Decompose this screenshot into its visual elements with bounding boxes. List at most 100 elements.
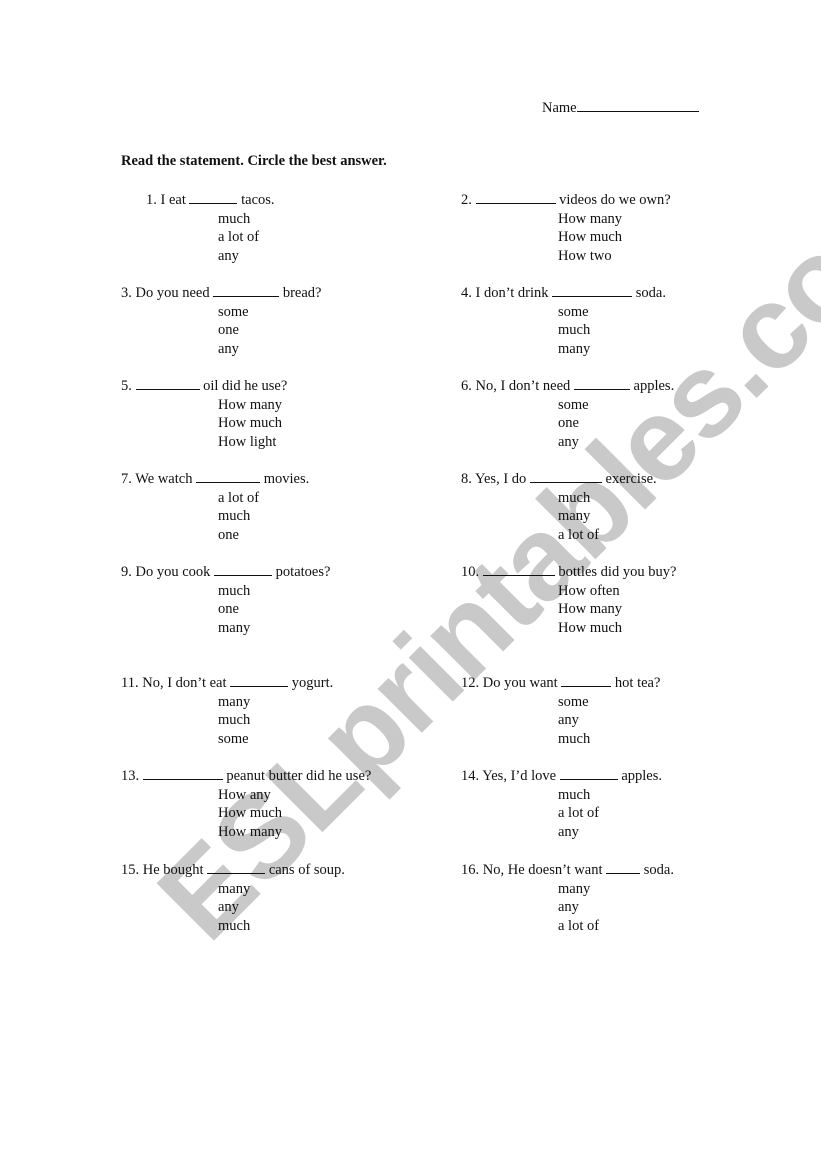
answer-option[interactable]: How two — [558, 247, 671, 266]
stem-before: Do you want — [482, 675, 558, 691]
answer-option[interactable]: some — [558, 693, 660, 712]
answer-blank[interactable] — [213, 284, 280, 297]
answer-option[interactable]: much — [558, 730, 660, 749]
question-stem: 9. Do you cook potatoes? — [121, 563, 330, 582]
answer-option[interactable]: much — [218, 917, 345, 936]
question-stem: 13. peanut butter did he use? — [121, 767, 371, 786]
answer-option[interactable]: many — [558, 880, 674, 899]
answer-option[interactable]: How much — [218, 414, 287, 433]
answer-option[interactable]: much — [558, 786, 662, 805]
question-9: 9. Do you cook potatoes? much one many — [121, 563, 330, 637]
stem-after: yogurt. — [291, 675, 334, 691]
answer-option[interactable]: How light — [218, 433, 287, 452]
answer-options: many any a lot of — [558, 880, 674, 936]
question-stem: 8. Yes, I do exercise. — [461, 470, 657, 489]
answer-option[interactable]: How many — [218, 823, 371, 842]
answer-options: some much many — [558, 303, 666, 359]
stem-after: apples. — [621, 768, 662, 784]
answer-option[interactable]: How many — [558, 210, 671, 229]
question-stem: 10. bottles did you buy? — [461, 563, 676, 582]
answer-blank[interactable] — [207, 861, 266, 874]
question-12: 12. Do you want hot tea? some any much — [461, 674, 660, 748]
answer-option[interactable]: How many — [218, 396, 287, 415]
answer-option[interactable]: much — [558, 489, 657, 508]
answer-blank[interactable] — [475, 191, 556, 204]
stem-before: We watch — [135, 471, 193, 487]
question-stem: 2. videos do we own? — [461, 191, 671, 210]
answer-blank[interactable] — [142, 767, 223, 780]
answer-blank[interactable] — [196, 470, 261, 483]
answer-option[interactable]: some — [218, 303, 321, 322]
answer-options: much a lot of any — [218, 210, 275, 266]
question-1: 1. I eat tacos. much a lot of any — [146, 191, 275, 265]
question-number: 1. — [146, 192, 157, 208]
stem-after: apples. — [633, 378, 675, 394]
answer-option[interactable]: much — [558, 321, 666, 340]
answer-options: some one any — [218, 303, 321, 359]
answer-option[interactable]: any — [558, 433, 674, 452]
stem-after: potatoes? — [275, 564, 331, 580]
question-6: 6. No, I don’t need apples. some one any — [461, 377, 674, 451]
answer-option[interactable]: How any — [218, 786, 371, 805]
answer-option[interactable]: a lot of — [558, 917, 674, 936]
answer-option[interactable]: some — [218, 730, 333, 749]
stem-before: I don’t drink — [475, 285, 549, 301]
answer-option[interactable]: How much — [558, 619, 676, 638]
answer-option[interactable]: any — [558, 823, 662, 842]
answer-option[interactable]: many — [558, 507, 657, 526]
answer-option[interactable]: a lot of — [558, 526, 657, 545]
answer-option[interactable]: one — [218, 321, 321, 340]
answer-option[interactable]: a lot of — [558, 804, 662, 823]
question-number: 6. — [461, 378, 472, 394]
answer-option[interactable]: many — [218, 619, 330, 638]
answer-option[interactable]: much — [218, 711, 333, 730]
answer-blank[interactable] — [214, 563, 273, 576]
answer-options: How many How much How two — [558, 210, 671, 266]
answer-option[interactable]: a lot of — [218, 489, 309, 508]
answer-option[interactable]: a lot of — [218, 228, 275, 247]
name-blank[interactable] — [576, 98, 699, 112]
answer-option[interactable]: How many — [558, 600, 676, 619]
stem-before: I eat — [160, 192, 186, 208]
answer-options: many any much — [218, 880, 345, 936]
answer-blank[interactable] — [573, 377, 630, 390]
answer-option[interactable]: many — [218, 693, 333, 712]
answer-option[interactable]: one — [558, 414, 674, 433]
answer-option[interactable]: How much — [558, 228, 671, 247]
answer-option[interactable]: some — [558, 396, 674, 415]
question-2: 2. videos do we own? How many How much How … — [461, 191, 671, 265]
stem-before: Do you cook — [135, 564, 211, 580]
answer-option[interactable]: much — [218, 210, 275, 229]
answer-option[interactable]: much — [218, 582, 330, 601]
answer-option[interactable]: any — [218, 898, 345, 917]
answer-option[interactable]: many — [558, 340, 666, 359]
answer-blank[interactable] — [606, 861, 641, 874]
answer-option[interactable]: any — [218, 247, 275, 266]
answer-option[interactable]: any — [218, 340, 321, 359]
answer-blank[interactable] — [135, 377, 200, 390]
question-number: 10. — [461, 564, 480, 580]
answer-option[interactable]: some — [558, 303, 666, 322]
answer-option[interactable]: one — [218, 600, 330, 619]
answer-blank[interactable] — [529, 470, 602, 483]
answer-option[interactable]: any — [558, 898, 674, 917]
answer-blank[interactable] — [552, 284, 633, 297]
answer-option[interactable]: How much — [218, 804, 371, 823]
question-stem: 16. No, He doesn’t want soda. — [461, 861, 674, 880]
question-16: 16. No, He doesn’t want soda. many any a lo… — [461, 861, 674, 935]
answer-blank[interactable] — [189, 191, 238, 204]
answer-options: many much some — [218, 693, 333, 749]
answer-blank[interactable] — [482, 563, 555, 576]
answer-option[interactable]: many — [218, 880, 345, 899]
stem-after: soda. — [635, 285, 666, 301]
answer-blank[interactable] — [559, 767, 618, 780]
answer-option[interactable]: any — [558, 711, 660, 730]
answer-blank[interactable] — [561, 674, 612, 687]
answer-options: a lot of much one — [218, 489, 309, 545]
answer-option[interactable]: How often — [558, 582, 676, 601]
answer-blank[interactable] — [230, 674, 289, 687]
answer-option[interactable]: much — [218, 507, 309, 526]
question-number: 8. — [461, 471, 472, 487]
question-15: 15. He bought cans of soup. many any much — [121, 861, 345, 935]
answer-option[interactable]: one — [218, 526, 309, 545]
